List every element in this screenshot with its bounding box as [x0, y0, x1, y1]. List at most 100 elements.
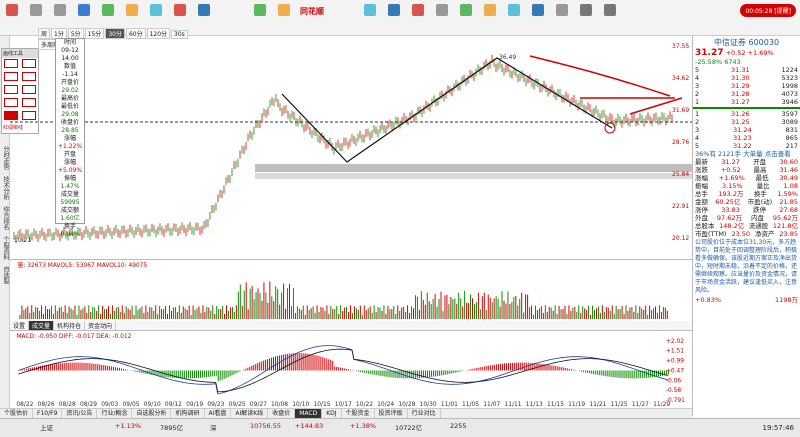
- order-book-row[interactable]: 4 31.30 5323: [693, 74, 800, 82]
- order-book-row[interactable]: 5 31.31 1224: [693, 66, 800, 74]
- alert-badge[interactable]: 00:05:28 [提醒]: [740, 4, 796, 17]
- order-book-row[interactable]: 3 31.24 831: [693, 126, 800, 134]
- forward-icon[interactable]: [50, 4, 70, 30]
- order-book-row[interactable]: 3 31.29 1998: [693, 82, 800, 90]
- macd-bar: [626, 370, 628, 379]
- info-label: 换手: [63, 223, 76, 230]
- volume-bar: [428, 301, 430, 320]
- info-label: 最高价: [60, 95, 79, 102]
- left-tab-0[interactable]: 分时走势: [1, 146, 10, 170]
- macd-bar: [359, 370, 361, 372]
- forex-icon[interactable]: [480, 4, 500, 30]
- volume-bar: [580, 313, 582, 320]
- status-item-5: +144.83: [295, 422, 324, 430]
- volume-bar: [19, 315, 21, 320]
- search-icon[interactable]: [576, 4, 596, 30]
- menu-icon[interactable]: [2, 4, 22, 30]
- futures-icon[interactable]: [432, 4, 452, 30]
- grid-icon[interactable]: [122, 4, 142, 30]
- hk-icon[interactable]: [384, 4, 404, 30]
- left-tab-4[interactable]: 自选股: [1, 266, 10, 284]
- volume-bar: [483, 292, 485, 320]
- macd-bar: [217, 370, 219, 382]
- chart-icon[interactable]: [98, 4, 118, 30]
- volume-bar: [212, 305, 214, 320]
- volume-bar: [100, 314, 102, 320]
- macd-bar: [332, 360, 334, 371]
- macd-bar: [482, 366, 484, 371]
- refresh-icon[interactable]: [74, 4, 94, 30]
- volume-bar: [566, 313, 568, 320]
- macd-bar: [274, 356, 276, 371]
- vol-tab-inst[interactable]: 机构持仓: [54, 321, 86, 330]
- volume-bar: [25, 308, 27, 320]
- vol-tab-settings[interactable]: 设置: [10, 321, 30, 330]
- left-tab-2[interactable]: 综合排名: [1, 206, 10, 230]
- macd-bar: [336, 366, 338, 371]
- kline-chart[interactable]: 36.49 10.21 37.55 34.62 31.69 28.76 25.84 22.…: [10, 36, 692, 259]
- bond-icon[interactable]: [456, 4, 476, 30]
- macd-bar: [387, 370, 389, 377]
- trade-icon[interactable]: [194, 4, 214, 30]
- macd-bar: [563, 367, 565, 371]
- order-book-row[interactable]: 2 31.25 3089: [693, 118, 800, 126]
- macd-bar: [505, 363, 507, 371]
- index-icon[interactable]: [528, 4, 548, 30]
- volume-bar: [351, 313, 353, 320]
- market-icon[interactable]: [360, 4, 380, 30]
- macd-bar: [344, 368, 346, 371]
- vol-tab-fund[interactable]: 资金动向: [85, 321, 117, 330]
- status-item-0[interactable]: 上证: [40, 422, 53, 432]
- volume-bar: [153, 310, 155, 320]
- volume-bar: [253, 299, 255, 320]
- macd-bar: [314, 355, 316, 371]
- volume-bar: [385, 314, 387, 320]
- volume-bar: [357, 309, 359, 320]
- macd-bar: [263, 360, 265, 371]
- vol-tab-volume[interactable]: 成交量: [29, 321, 55, 330]
- macd-bar: [620, 370, 622, 378]
- big-order-summary[interactable]: 36%有 2121手 大单量 点击查看: [693, 150, 800, 158]
- macd-bar: [115, 367, 117, 371]
- fund-icon[interactable]: [250, 4, 270, 30]
- order-book-row[interactable]: 1 31.26 3597: [693, 110, 800, 118]
- volume-bar: [365, 310, 367, 320]
- volume-bar: [377, 306, 379, 320]
- stat-row: 总股本 148.2亿 流通股 121.8亿: [695, 222, 798, 230]
- volume-chart[interactable]: 量: 32673 MAVOL5: 53067 MAVOL10: 49075: [10, 259, 692, 321]
- volume-bar: [658, 305, 660, 320]
- volume-bar: [161, 309, 163, 320]
- macd-bar: [63, 362, 65, 371]
- back-icon[interactable]: [26, 4, 46, 30]
- macd-bar: [584, 370, 586, 373]
- sector-icon[interactable]: [552, 4, 572, 30]
- news-icon[interactable]: [146, 4, 166, 30]
- settings-icon[interactable]: [600, 4, 620, 30]
- macd-bar: [69, 362, 71, 371]
- macd-bar: [440, 370, 442, 376]
- volume-bar: [507, 291, 509, 320]
- order-book-row[interactable]: 2 31.28 4073: [693, 90, 800, 98]
- macd-chart[interactable]: MACD: -0.050 DIFF: -0.017 DEA: -0.012 +2…: [10, 330, 692, 408]
- left-tab-1[interactable]: 技术分析: [1, 176, 10, 200]
- volume-bar: [202, 305, 204, 320]
- macd-bar: [399, 370, 401, 379]
- macd-bar: [355, 370, 357, 372]
- us-icon[interactable]: [408, 4, 428, 30]
- status-item-3[interactable]: 深: [210, 422, 217, 432]
- order-book-row[interactable]: 1 31.27 3946: [693, 98, 800, 106]
- macd-bar: [251, 365, 253, 371]
- info-value: 29.08: [61, 111, 79, 118]
- etf-icon[interactable]: [274, 4, 294, 30]
- volume-bar: [584, 308, 586, 320]
- volume-bar: [257, 288, 259, 320]
- macd-bar: [199, 370, 201, 378]
- volume-bar: [533, 315, 534, 320]
- volume-bar: [353, 306, 355, 320]
- options-icon[interactable]: [504, 4, 524, 30]
- order-book-row[interactable]: 4 31.23 865: [693, 134, 800, 142]
- macd-bar: [462, 370, 464, 372]
- order-book-row[interactable]: 5 31.22 217: [693, 142, 800, 150]
- left-tab-3[interactable]: 个股资料: [1, 236, 10, 260]
- stock-icon[interactable]: [170, 4, 190, 30]
